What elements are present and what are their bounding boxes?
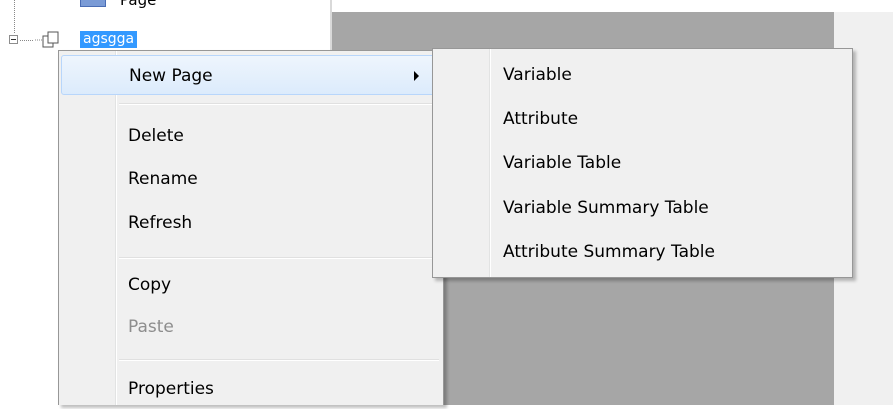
- collapse-icon[interactable]: [9, 35, 18, 44]
- submenu-item-label: Attribute: [503, 109, 579, 129]
- menu-item-label: Delete: [128, 126, 184, 146]
- context-menu: New Page Delete Rename Refresh Copy Past…: [58, 50, 444, 405]
- menu-separator: [119, 257, 439, 259]
- page-icon: [80, 0, 106, 7]
- submenu-item-variable-summary-table[interactable]: Variable Summary Table: [435, 186, 849, 230]
- submenu-item-label: Variable Table: [503, 153, 622, 173]
- submenu-item-label: Variable: [503, 65, 572, 85]
- tree-item-page-label[interactable]: Page: [120, 0, 156, 9]
- menu-item-label: Copy: [128, 275, 172, 295]
- menu-separator: [119, 103, 439, 105]
- tree-item-selected[interactable]: agsgga: [80, 31, 138, 48]
- menu-item-copy[interactable]: Copy: [61, 265, 441, 305]
- menu-item-paste: Paste: [61, 307, 441, 347]
- new-page-submenu: Variable Attribute Variable Table Variab…: [432, 48, 853, 278]
- submenu-arrow-icon: [414, 71, 419, 81]
- menu-item-label: New Page: [129, 66, 213, 86]
- tree-connector-vertical: [14, 0, 15, 34]
- menu-item-label: Properties: [128, 379, 214, 399]
- submenu-item-attribute-summary-table[interactable]: Attribute Summary Table: [435, 230, 849, 274]
- menu-item-label: Paste: [128, 317, 174, 337]
- tree-connector-horizontal: [20, 40, 34, 41]
- pages-icon: [35, 31, 59, 48]
- menu-separator: [119, 359, 439, 361]
- menu-item-properties[interactable]: Properties: [61, 369, 441, 409]
- menu-item-rename[interactable]: Rename: [61, 159, 441, 199]
- menu-item-refresh[interactable]: Refresh: [61, 203, 441, 243]
- submenu-item-label: Variable Summary Table: [503, 198, 709, 218]
- submenu-item-attribute[interactable]: Attribute: [435, 97, 849, 141]
- submenu-item-variable[interactable]: Variable: [435, 53, 849, 97]
- menu-item-new-page[interactable]: New Page: [61, 55, 441, 95]
- menu-item-delete[interactable]: Delete: [61, 116, 441, 156]
- menu-item-label: Refresh: [128, 213, 193, 233]
- submenu-item-variable-table[interactable]: Variable Table: [435, 141, 849, 185]
- menu-item-label: Rename: [128, 169, 198, 189]
- submenu-item-label: Attribute Summary Table: [503, 242, 715, 262]
